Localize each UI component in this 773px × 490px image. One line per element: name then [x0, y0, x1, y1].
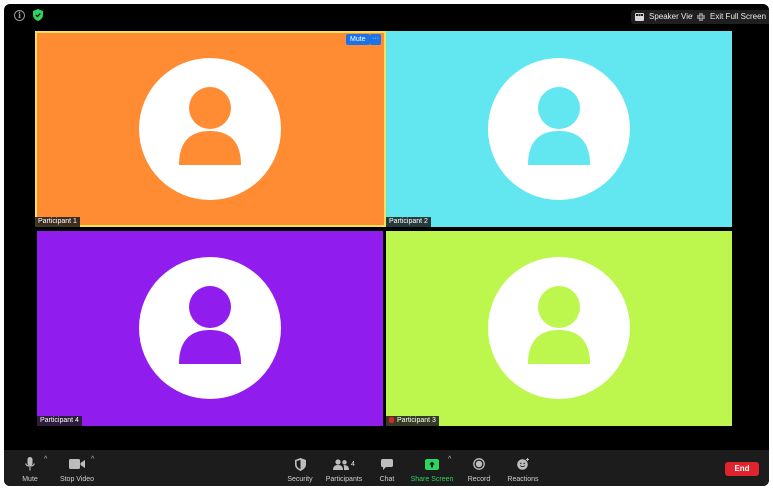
- reactions-button[interactable]: Reactions: [505, 450, 541, 486]
- exit-full-screen-icon: [697, 13, 705, 21]
- avatar: [488, 58, 630, 200]
- participant-tile[interactable]: Participant 4: [37, 231, 383, 426]
- audio-options-chevron-icon[interactable]: ^: [44, 456, 47, 463]
- info-icon[interactable]: i: [14, 10, 25, 21]
- video-options-chevron-icon[interactable]: ^: [91, 456, 94, 463]
- person-icon: [179, 87, 241, 165]
- end-meeting-button[interactable]: End: [725, 462, 759, 476]
- person-icon: [528, 87, 590, 165]
- security-label: Security: [287, 476, 313, 483]
- speaker-view-icon: [635, 13, 644, 21]
- participant-name-label: Participant 4: [37, 416, 82, 426]
- security-button[interactable]: Security: [283, 450, 317, 486]
- participant-tile[interactable]: Participant 2: [386, 31, 732, 227]
- exit-full-screen-button[interactable]: Exit Full Screen: [693, 10, 769, 24]
- participant-tile[interactable]: Participant 3: [386, 231, 732, 426]
- muted-mic-icon: [389, 417, 394, 423]
- participants-label: Participants: [325, 476, 363, 483]
- share-screen-label: Share Screen: [410, 476, 454, 483]
- meeting-window: i Speaker View Exit Full Screen Mute ···…: [4, 4, 769, 486]
- chat-button[interactable]: Chat: [374, 450, 400, 486]
- tile-more-button[interactable]: ···: [370, 34, 381, 45]
- tile-mute-button[interactable]: Mute: [346, 34, 370, 45]
- mute-button[interactable]: Mute: [16, 450, 44, 486]
- participants-icon: [333, 458, 350, 470]
- stop-video-label: Stop Video: [59, 476, 95, 483]
- meeting-toolbar: Mute ^ Stop Video ^ Security 4 Participa…: [4, 450, 769, 486]
- reactions-smiley-icon: [516, 458, 529, 470]
- record-button[interactable]: Record: [465, 450, 493, 486]
- participant-name-label: Participant 2: [386, 217, 431, 227]
- security-shield-icon: [294, 457, 306, 471]
- microphone-icon: [25, 457, 35, 471]
- chat-label: Chat: [379, 476, 395, 483]
- avatar: [488, 257, 630, 399]
- video-camera-icon: [69, 459, 85, 469]
- top-bar: i Speaker View Exit Full Screen: [4, 4, 769, 30]
- participant-name-label: Participant 1: [35, 217, 80, 227]
- record-label: Record: [467, 476, 491, 483]
- reactions-label: Reactions: [507, 476, 539, 483]
- avatar: [139, 257, 281, 399]
- exit-full-screen-label: Exit Full Screen: [710, 12, 767, 21]
- share-options-chevron-icon[interactable]: ^: [448, 456, 451, 463]
- participant-name-label: Participant 3: [386, 416, 439, 426]
- person-icon: [179, 286, 241, 364]
- participant-name-text: Participant 3: [397, 417, 436, 424]
- record-icon: [473, 458, 485, 470]
- mute-label: Mute: [22, 476, 38, 483]
- chat-bubble-icon: [381, 458, 393, 470]
- participants-button[interactable]: 4 Participants: [322, 450, 366, 486]
- participant-tile[interactable]: Mute ··· Participant 1: [35, 31, 386, 227]
- speaker-view-label: Speaker View: [649, 12, 699, 21]
- avatar: [139, 58, 281, 200]
- encryption-shield-icon[interactable]: [33, 9, 43, 21]
- participants-count: 4: [351, 460, 355, 468]
- person-icon: [528, 286, 590, 364]
- share-screen-icon: [425, 458, 439, 470]
